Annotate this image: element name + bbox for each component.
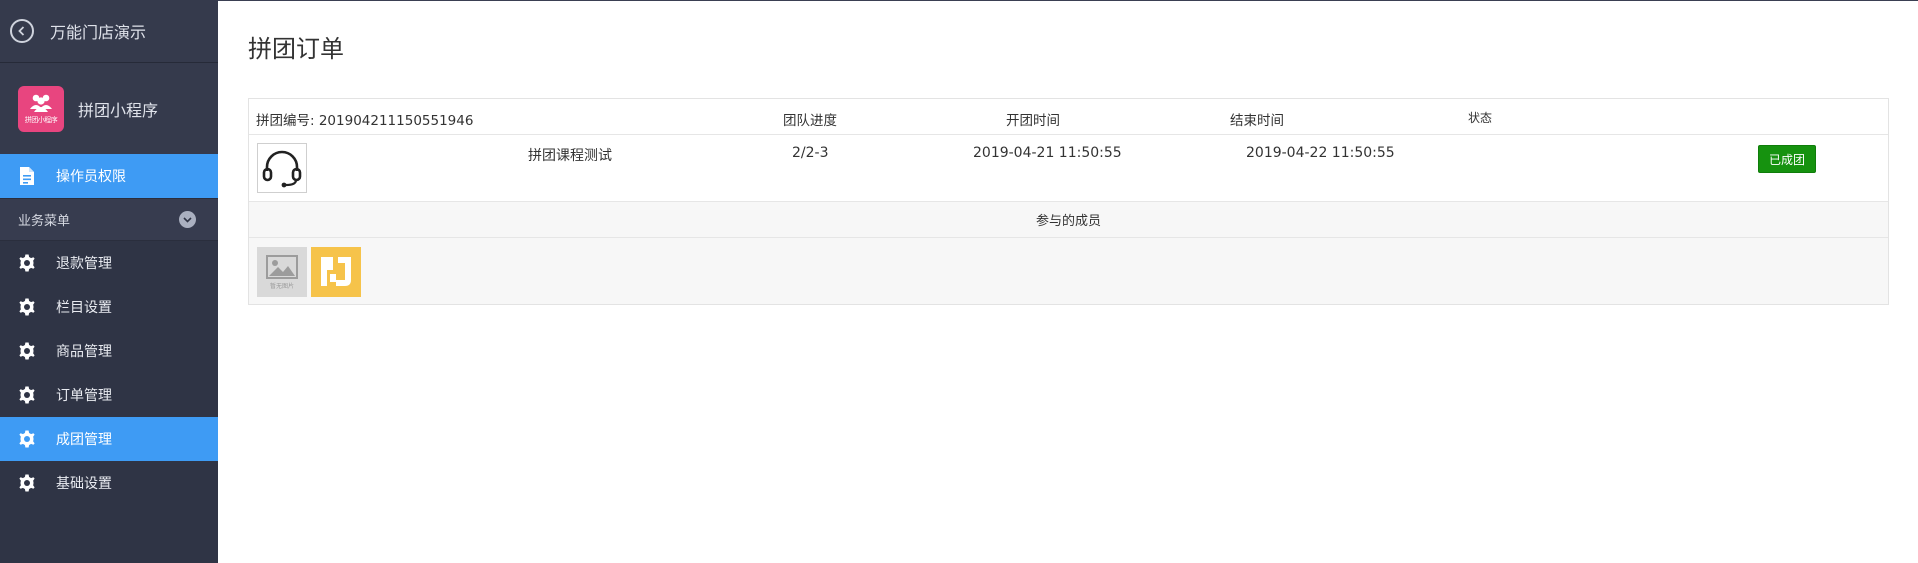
app-info: 拼团小程序 拼团小程序	[0, 63, 218, 154]
gear-icon	[16, 428, 38, 450]
sidebar-menu-item[interactable]: 退款管理	[0, 241, 218, 285]
menu-item-label: 退款管理	[56, 256, 112, 272]
gear-icon	[16, 340, 38, 362]
members-header: 参与的成员	[249, 202, 1888, 238]
menu-item-label: 栏目设置	[56, 300, 112, 316]
menu-section-business[interactable]: 业务菜单	[0, 198, 218, 241]
gear-icon	[16, 384, 38, 406]
image-placeholder-icon	[266, 254, 298, 279]
group-order-card: 拼团编号: 201904211150551946 团队进度 开团时间 结束时间 …	[248, 98, 1889, 305]
back-icon[interactable]	[10, 19, 34, 43]
product-name: 拼团课程测试	[528, 148, 612, 164]
sidebar-menu-item[interactable]: 成团管理	[0, 417, 218, 461]
menu-item-label: 商品管理	[56, 344, 112, 360]
order-item-row: 拼团课程测试 2/2-3 2019-04-21 11:50:55 2019-04…	[249, 135, 1888, 202]
store-title: 万能门店演示	[50, 23, 147, 42]
column-status: 状态	[1468, 111, 1493, 125]
members-label: 参与的成员	[1035, 214, 1101, 229]
placeholder-text: 暂无图片	[269, 282, 294, 290]
sidebar-menu-item[interactable]: 栏目设置	[0, 285, 218, 329]
sidebar-menu-item[interactable]: 订单管理	[0, 373, 218, 417]
document-icon	[16, 165, 38, 187]
members-list: 暂无图片	[249, 238, 1888, 304]
product-thumbnail[interactable]	[257, 143, 307, 193]
member-avatar[interactable]	[311, 247, 361, 297]
start-time: 2019-04-21 11:50:55	[973, 145, 1122, 161]
order-header-row: 拼团编号: 201904211150551946 团队进度 开团时间 结束时间 …	[249, 99, 1888, 135]
headset-icon	[262, 150, 302, 188]
gear-icon	[16, 296, 38, 318]
column-end-time: 结束时间	[1230, 113, 1284, 129]
group-number: 拼团编号: 201904211150551946	[256, 113, 474, 129]
menu-item-label: 订单管理	[56, 388, 112, 404]
column-start-time: 开团时间	[1006, 113, 1060, 129]
menu-item-label: 成团管理	[56, 432, 112, 448]
sidebar-header: 万能门店演示	[0, 0, 218, 63]
gear-icon	[16, 472, 38, 494]
menu-section-label: 业务菜单	[18, 214, 71, 229]
sidebar-menu-item[interactable]: 基础设置	[0, 461, 218, 505]
chevron-down-icon[interactable]	[179, 211, 196, 228]
sidebar-menu-item[interactable]: 商品管理	[0, 329, 218, 373]
main-content: 拼团订单 拼团编号: 201904211150551946 团队进度 开团时间 …	[218, 0, 1918, 563]
app-name: 拼团小程序	[78, 100, 159, 120]
sidebar: 万能门店演示 拼团小程序 拼团小程序 操作员权限 业务菜单 退款管理 栏目设置 …	[0, 0, 218, 563]
end-time: 2019-04-22 11:50:55	[1246, 145, 1395, 161]
column-progress: 团队进度	[783, 113, 837, 129]
group-icon	[30, 94, 52, 112]
page-title: 拼团订单	[248, 35, 344, 63]
app-logo-text: 拼团小程序	[24, 115, 58, 124]
member-avatar[interactable]: 暂无图片	[257, 247, 307, 297]
team-progress: 2/2-3	[792, 145, 829, 161]
app-logo: 拼团小程序	[18, 85, 64, 132]
menu-item-operator-permissions[interactable]: 操作员权限	[0, 154, 218, 198]
member-logo-icon	[321, 257, 351, 286]
menu-item-label: 操作员权限	[56, 169, 126, 185]
gear-icon	[16, 252, 38, 274]
status-badge: 已成团	[1758, 145, 1816, 173]
menu-item-label: 基础设置	[56, 476, 112, 492]
